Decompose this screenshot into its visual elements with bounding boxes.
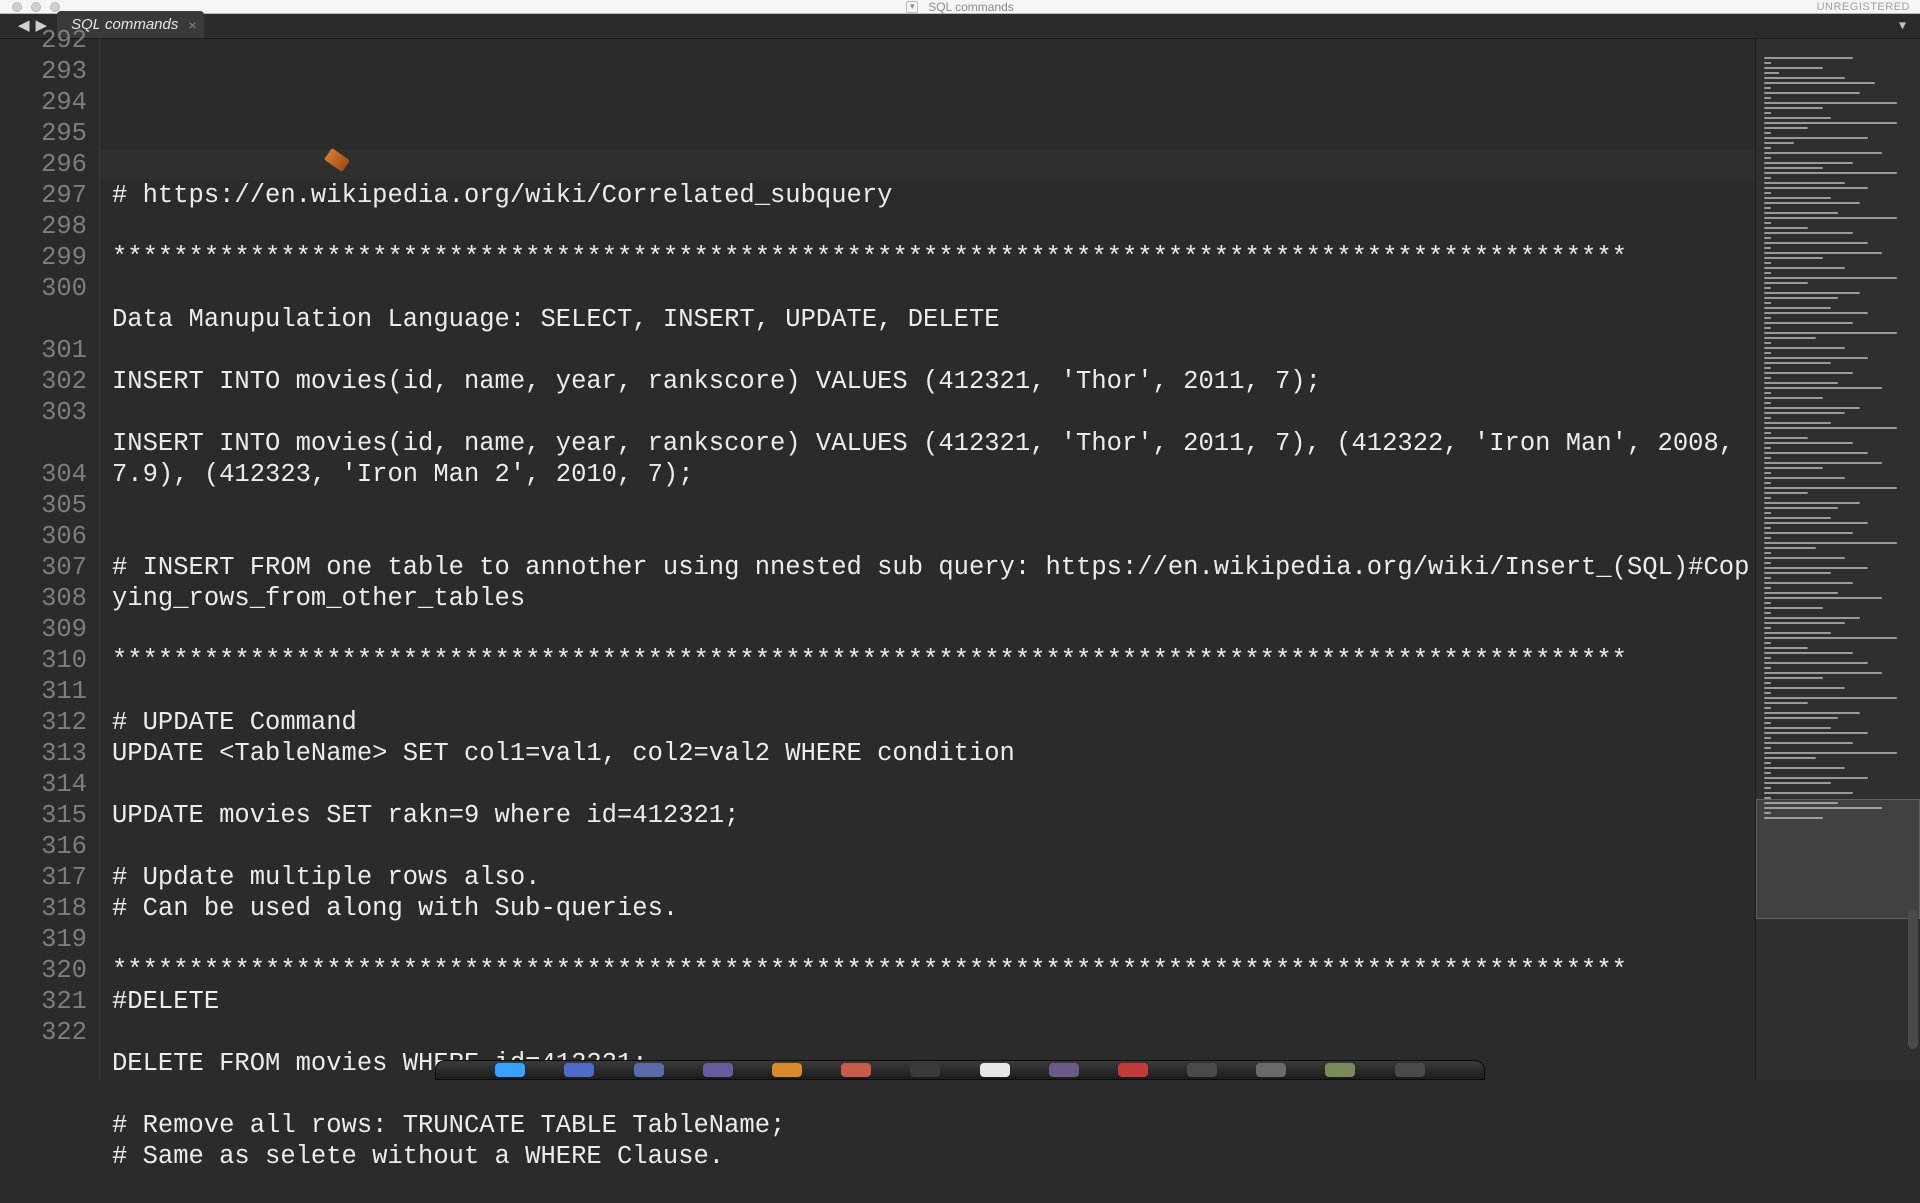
- app-icon-2[interactable]: [703, 1063, 733, 1077]
- code-line[interactable]: # Remove all rows: TRUNCATE TABLE TableN…: [112, 1110, 1755, 1141]
- line-number: 320: [0, 955, 87, 986]
- code-line[interactable]: # Same as selete without a WHERE Clause.: [112, 1141, 1755, 1172]
- code-line[interactable]: ****************************************…: [112, 242, 1755, 273]
- code-line[interactable]: [112, 335, 1755, 366]
- dock: [435, 1060, 1485, 1080]
- app-icon-3[interactable]: [841, 1063, 871, 1077]
- line-number: 304: [0, 459, 87, 490]
- code-line[interactable]: INSERT INTO movies(id, name, year, ranks…: [112, 428, 1755, 490]
- line-number: 313: [0, 738, 87, 769]
- code-line[interactable]: ****************************************…: [112, 955, 1755, 986]
- editor-area: 2922932942952962972982993003013023033043…: [0, 39, 1920, 1080]
- line-number: 310: [0, 645, 87, 676]
- code-line[interactable]: UPDATE <TableName> SET col1=val1, col2=v…: [112, 738, 1755, 769]
- minimap-scrollbar[interactable]: [1908, 909, 1918, 1049]
- code-line[interactable]: # INSERT FROM one table to annother usin…: [112, 552, 1755, 614]
- line-number: 315: [0, 800, 87, 831]
- record-icon[interactable]: [1118, 1063, 1148, 1077]
- code-line[interactable]: [112, 490, 1755, 521]
- search-icon[interactable]: [1187, 1063, 1217, 1077]
- finder-icon[interactable]: [495, 1063, 525, 1077]
- trash-icon[interactable]: [1395, 1063, 1425, 1077]
- registration-status: UNREGISTERED: [1817, 1, 1910, 13]
- code-line[interactable]: # Update multiple rows also.: [112, 862, 1755, 893]
- line-number: 318: [0, 893, 87, 924]
- code-area[interactable]: # https://en.wikipedia.org/wiki/Correlat…: [100, 39, 1755, 1080]
- code-line[interactable]: # UPDATE Command: [112, 707, 1755, 738]
- line-number: 307: [0, 552, 87, 583]
- tabs-overflow-icon[interactable]: ▾: [1899, 18, 1906, 35]
- code-line[interactable]: [112, 1172, 1755, 1203]
- app-icon-7[interactable]: [1325, 1063, 1355, 1077]
- line-number: 300: [0, 273, 87, 304]
- code-line[interactable]: [112, 397, 1755, 428]
- app-icon-6[interactable]: [1049, 1063, 1079, 1077]
- titlebar-center: SQL commands: [906, 0, 1014, 14]
- minimap-lines: [1764, 57, 1912, 819]
- code-line[interactable]: [112, 211, 1755, 242]
- code-line[interactable]: ****************************************…: [112, 645, 1755, 676]
- line-number: 292: [0, 25, 87, 56]
- line-number: 293: [0, 56, 87, 87]
- line-number: 308: [0, 583, 87, 614]
- line-number: 305: [0, 490, 87, 521]
- window-titlebar: SQL commands UNREGISTERED: [0, 0, 1920, 14]
- code-line[interactable]: [112, 521, 1755, 552]
- code-line[interactable]: INSERT INTO movies(id, name, year, ranks…: [112, 366, 1755, 397]
- code-line[interactable]: # Can be used along with Sub-queries.: [112, 893, 1755, 924]
- code-line[interactable]: [112, 676, 1755, 707]
- line-number: 297: [0, 180, 87, 211]
- code-line[interactable]: [112, 614, 1755, 645]
- title-dropdown-icon[interactable]: [906, 1, 918, 13]
- code-line[interactable]: [112, 1017, 1755, 1048]
- line-number: 302: [0, 366, 87, 397]
- line-number: 298: [0, 211, 87, 242]
- minimap[interactable]: [1755, 39, 1920, 1080]
- line-number: 303: [0, 397, 87, 428]
- code-line[interactable]: UPDATE movies SET rakn=9 where id=412321…: [112, 800, 1755, 831]
- window-title: SQL commands: [928, 0, 1014, 14]
- app-icon-5[interactable]: [980, 1063, 1010, 1077]
- mail-icon[interactable]: [564, 1063, 594, 1077]
- tab-strip: ◀ ▶ SQL commands × ▾: [0, 14, 1920, 39]
- line-number: 294: [0, 87, 87, 118]
- traffic-lights[interactable]: [12, 2, 60, 12]
- line-number: 309: [0, 614, 87, 645]
- code-line[interactable]: # https://en.wikipedia.org/wiki/Correlat…: [112, 180, 1755, 211]
- zoom-window-icon[interactable]: [50, 2, 60, 12]
- code-line[interactable]: [112, 1079, 1755, 1110]
- minimap-viewport[interactable]: [1756, 799, 1920, 919]
- line-number: 299: [0, 242, 87, 273]
- line-number-continuation: [0, 304, 87, 335]
- line-number: 317: [0, 862, 87, 893]
- line-number: 296: [0, 149, 87, 180]
- line-number: 322: [0, 1017, 87, 1048]
- app-icon-1[interactable]: [634, 1063, 664, 1077]
- line-number: 314: [0, 769, 87, 800]
- code-line[interactable]: [112, 924, 1755, 955]
- line-number: 312: [0, 707, 87, 738]
- code-line[interactable]: [112, 769, 1755, 800]
- line-number: 316: [0, 831, 87, 862]
- app-icon-4[interactable]: [910, 1063, 940, 1077]
- line-number: 311: [0, 676, 87, 707]
- line-number-gutter: 2922932942952962972982993003013023033043…: [0, 25, 100, 1080]
- close-window-icon[interactable]: [12, 2, 22, 12]
- code-line[interactable]: Data Manupulation Language: SELECT, INSE…: [112, 304, 1755, 335]
- code-line[interactable]: [112, 273, 1755, 304]
- line-number: 319: [0, 924, 87, 955]
- line-number: 301: [0, 335, 87, 366]
- settings-icon[interactable]: [1256, 1063, 1286, 1077]
- code-line[interactable]: #DELETE: [112, 986, 1755, 1017]
- close-tab-icon[interactable]: ×: [188, 17, 196, 33]
- notes-icon[interactable]: [772, 1063, 802, 1077]
- line-number: 306: [0, 521, 87, 552]
- code-line[interactable]: [112, 831, 1755, 862]
- minimize-window-icon[interactable]: [31, 2, 41, 12]
- line-number: 295: [0, 118, 87, 149]
- line-number: 321: [0, 986, 87, 1017]
- line-number-continuation: [0, 428, 87, 459]
